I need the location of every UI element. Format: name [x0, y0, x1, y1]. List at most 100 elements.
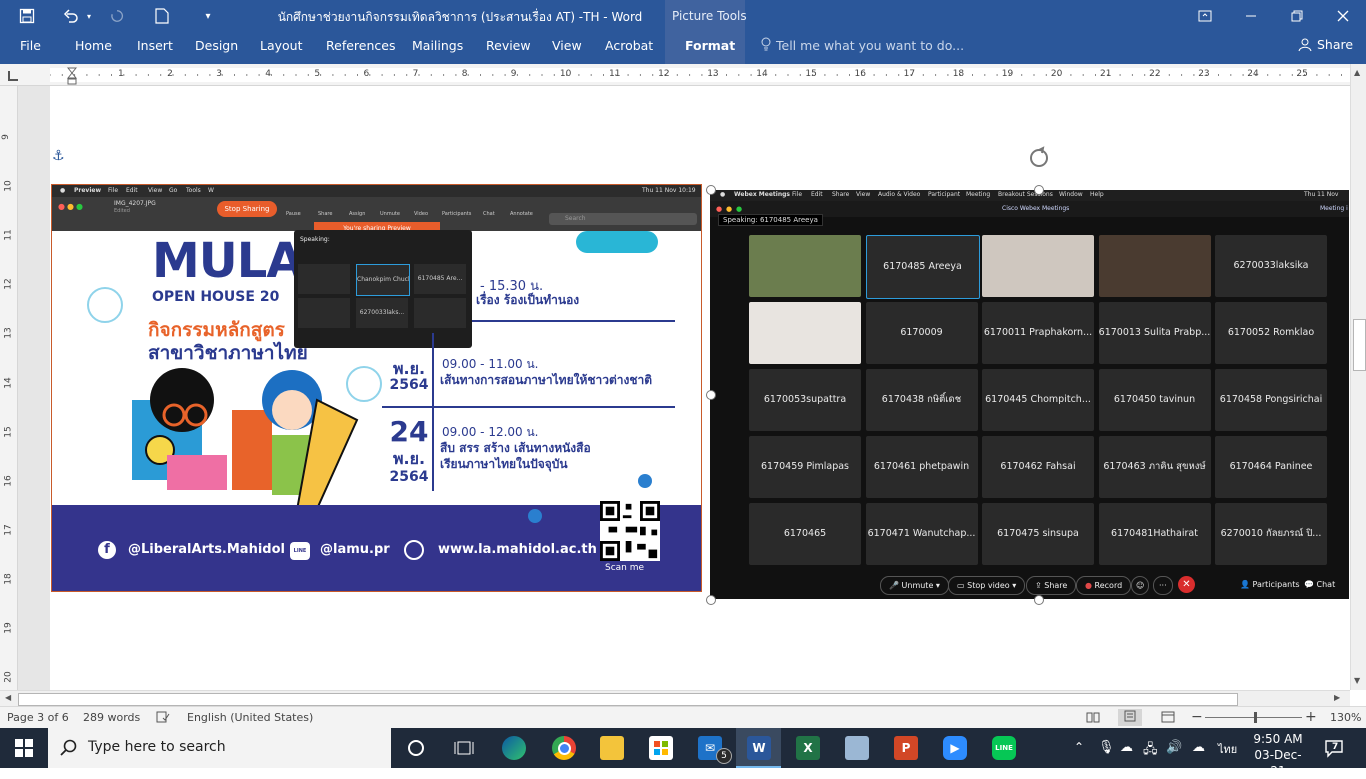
share-tool-button[interactable]: Share — [318, 211, 332, 217]
vertical-scrollbar[interactable]: ▲ ▼ — [1350, 64, 1366, 690]
proofing-icon[interactable] — [156, 711, 170, 726]
participant-tile[interactable]: 6170013 Sulita Prabp... — [1098, 302, 1211, 364]
word-count[interactable]: 289 words — [83, 711, 140, 724]
tab-review[interactable]: Review — [486, 38, 531, 53]
share-button[interactable]: Share — [1298, 37, 1353, 52]
participants-tool-button[interactable]: Participants — [442, 211, 471, 217]
save-icon[interactable] — [12, 0, 42, 32]
chrome-icon[interactable] — [552, 736, 576, 760]
participant-tile[interactable] — [1098, 235, 1211, 297]
participant-tile[interactable]: 6170053supattra — [749, 369, 861, 431]
h-scroll-thumb[interactable] — [18, 693, 1238, 706]
scroll-up-icon[interactable]: ▲ — [1354, 68, 1360, 77]
participant-tile[interactable]: 6170458 Pongsirichai — [1215, 369, 1327, 431]
participant-tile[interactable]: 6170462 Fahsai — [982, 436, 1094, 498]
speaking-tile[interactable]: Chanokpim Chuch... — [356, 264, 410, 296]
edge-icon[interactable] — [502, 736, 526, 760]
annotate-tool-button[interactable]: Annotate — [510, 211, 533, 217]
powerpoint-icon[interactable]: P — [894, 736, 918, 760]
tab-format[interactable]: Format — [685, 38, 735, 53]
zoom-level[interactable]: 130% — [1330, 711, 1361, 724]
word-icon[interactable]: W — [747, 736, 771, 760]
input-language[interactable]: ไทย — [1218, 740, 1237, 758]
taskbar-search-box[interactable]: Type here to search — [48, 728, 391, 768]
tab-insert[interactable]: Insert — [137, 38, 173, 53]
tab-layout[interactable]: Layout — [260, 38, 303, 53]
task-view-icon[interactable] — [452, 736, 476, 760]
participant-tile[interactable]: 6170461 phetpawin — [865, 436, 978, 498]
tab-file[interactable]: File — [20, 38, 41, 53]
participant-tile[interactable]: 6170463 ภาคิน สุขหงษ์ — [1098, 436, 1211, 498]
participant-tile[interactable]: 6170438 กษิติ์เดช — [865, 369, 978, 431]
new-document-icon[interactable] — [148, 0, 176, 32]
microphone-icon[interactable]: 🎙 — [1098, 740, 1115, 755]
participant-tile[interactable]: 6170052 Romklao — [1215, 302, 1327, 364]
scroll-down-icon[interactable]: ▼ — [1354, 676, 1360, 685]
show-hidden-icons-icon[interactable]: ⌃ — [1074, 740, 1084, 754]
taskbar-clock[interactable]: 9:50 AM 03-Dec-21 — [1248, 731, 1308, 779]
zoom-out-button[interactable]: − — [1191, 709, 1203, 725]
notifications-icon[interactable]: 7 — [1324, 738, 1344, 758]
minimize-button[interactable] — [1228, 0, 1274, 32]
scroll-left-icon[interactable]: ◀ — [5, 693, 11, 702]
page-count[interactable]: Page 3 of 6 — [7, 711, 69, 724]
pause-button[interactable]: Pause — [286, 211, 301, 217]
tab-references[interactable]: References — [326, 38, 395, 53]
stop-sharing-button[interactable]: Stop Sharing — [217, 201, 277, 217]
tab-selector-icon[interactable] — [8, 71, 18, 81]
redo-icon[interactable] — [104, 0, 130, 32]
onedrive-icon[interactable]: ☁ — [1120, 740, 1133, 755]
cloud-upload-icon[interactable]: ☁ — [1192, 740, 1205, 755]
speaking-tile[interactable] — [298, 298, 350, 328]
resize-handle[interactable] — [1034, 595, 1044, 605]
participant-tile[interactable]: 6170481Hathairat — [1098, 503, 1211, 565]
participant-tile[interactable]: 6170465 — [749, 503, 861, 565]
rotate-handle-icon[interactable] — [1027, 146, 1051, 173]
participant-tile[interactable] — [749, 235, 861, 297]
chat-panel-button[interactable]: 💬 Chat — [1304, 580, 1335, 589]
excel-icon[interactable]: X — [796, 736, 820, 760]
participant-tile[interactable]: 6270033laksika — [1215, 235, 1327, 297]
participant-tile[interactable]: 6170459 Pimlapas — [749, 436, 861, 498]
participant-tile[interactable] — [982, 235, 1094, 297]
zoom-app-icon[interactable]: ▶ — [943, 736, 967, 760]
participant-tile[interactable]: 6170450 tavinun — [1098, 369, 1211, 431]
horizontal-ruler[interactable]: 1 2 3 4 5 6 7 8 9 10 11 12 13 14 15 16 17 18 19 20 21 22 23 24 2… — [0, 64, 1366, 86]
leave-meeting-button[interactable]: ✕ — [1178, 576, 1195, 593]
chat-tool-button[interactable]: Chat — [483, 211, 495, 217]
participant-tile[interactable]: 6170485 Areeya — [865, 235, 980, 299]
more-options-button[interactable]: ··· — [1153, 576, 1173, 595]
meeting-info-button[interactable]: Meeting i — [1320, 205, 1348, 212]
print-layout-icon[interactable] — [1118, 709, 1142, 726]
participant-tile[interactable]: 6170464 Paninee — [1215, 436, 1327, 498]
preview-search-input[interactable]: Search — [549, 213, 697, 225]
volume-icon[interactable]: 🔊 — [1166, 740, 1182, 755]
microsoft-store-icon[interactable] — [649, 736, 673, 760]
speaking-tile[interactable] — [414, 298, 466, 328]
network-icon[interactable]: 🖧 — [1143, 740, 1158, 762]
participant-tile[interactable] — [749, 302, 861, 364]
customize-qat-icon[interactable]: ▾ — [198, 0, 218, 32]
participants-panel-button[interactable]: 👤 Participants — [1240, 580, 1300, 589]
undo-icon[interactable] — [56, 0, 86, 32]
restore-button[interactable] — [1274, 0, 1320, 32]
unmute-button[interactable]: 🎤 Unmute ▾ — [880, 576, 949, 595]
participant-tile[interactable]: 6170445 Chompitch... — [982, 369, 1094, 431]
scroll-right-icon[interactable]: ▶ — [1334, 693, 1340, 702]
tab-home[interactable]: Home — [75, 38, 112, 53]
share-content-button[interactable]: ⇪ Share — [1026, 576, 1077, 595]
record-button[interactable]: ● Record — [1076, 576, 1132, 595]
zoom-in-button[interactable]: + — [1305, 709, 1317, 725]
participant-tile[interactable]: 6170475 sinsupa — [982, 503, 1094, 565]
flyer-screenshot-image[interactable]: ● Preview File Edit View Go Tools W Thu … — [51, 184, 702, 592]
participant-tile[interactable]: 6270010 กัลยภรณ์ ปิ... — [1215, 503, 1327, 565]
speaking-tile[interactable]: 6270033laks... — [356, 298, 408, 328]
notepad-icon[interactable] — [845, 736, 869, 760]
zoom-slider-thumb[interactable] — [1254, 712, 1257, 723]
read-mode-icon[interactable] — [1086, 711, 1100, 726]
participant-tile[interactable]: 6170471 Wanutchap... — [865, 503, 978, 565]
language-indicator[interactable]: English (United States) — [187, 711, 313, 724]
resize-handle[interactable] — [706, 595, 716, 605]
windows-start-icon[interactable] — [0, 728, 48, 768]
reactions-button[interactable]: ☺ — [1131, 576, 1150, 595]
